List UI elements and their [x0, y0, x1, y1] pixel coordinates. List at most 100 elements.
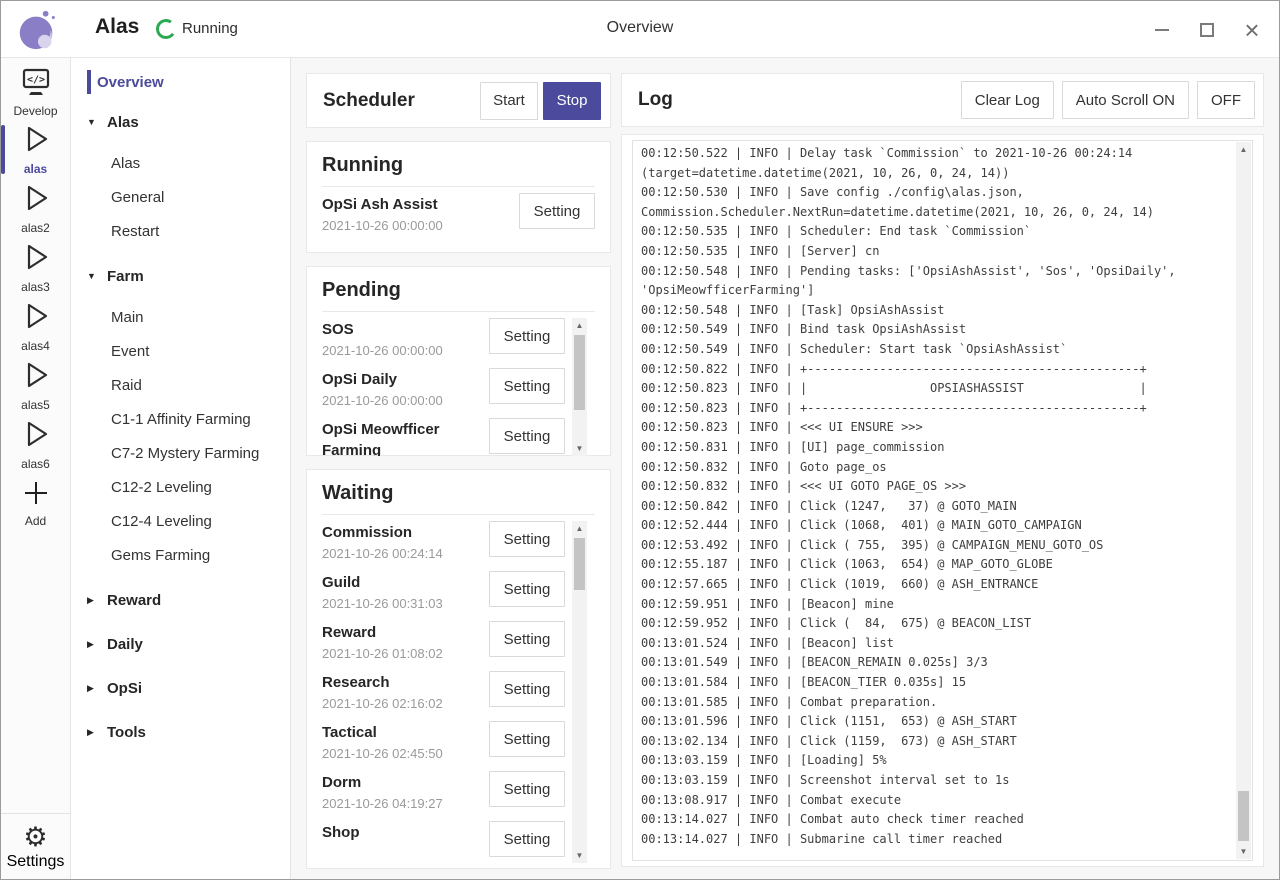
task-info: SOS2021-10-26 00:00:00 [322, 318, 489, 358]
start-button[interactable]: Start [480, 82, 538, 120]
scheduler-title: Scheduler [323, 90, 480, 112]
waiting-task-row: Tactical2021-10-26 02:45:50Setting [322, 721, 595, 771]
scroll-up-icon[interactable]: ▲ [572, 318, 587, 333]
rail-item-label: alas2 [21, 221, 50, 235]
nav-item-label: C12-4 Leveling [111, 513, 212, 530]
rail-item-alas[interactable]: alas [1, 120, 70, 179]
instance-rail: </>Developalas alas2 alas3 alas4 alas5alas6A… [1, 58, 71, 879]
rail-item-alas4[interactable]: alas4 [1, 297, 70, 356]
nav-item-restart[interactable]: Restart [87, 220, 290, 242]
nav-item-label: Farm [107, 268, 144, 285]
rail-item-label: alas4 [21, 339, 50, 353]
auto-scroll-off-button[interactable]: OFF [1197, 81, 1255, 119]
rail-item-alas5[interactable]: alas5 [1, 356, 70, 415]
task-setting-button[interactable]: Setting [519, 193, 595, 229]
clear-log-button[interactable]: Clear Log [961, 81, 1054, 119]
task-next-run-time: 2021-10-26 00:24:14 [322, 546, 489, 561]
waiting-scrollbar[interactable]: ▲ ▼ [572, 521, 587, 863]
scrollbar-thumb[interactable] [574, 538, 585, 590]
nav-item-label: Alas [107, 114, 139, 131]
task-name: Commission [322, 522, 487, 543]
rail-item-develop[interactable]: </>Develop [1, 64, 70, 120]
scroll-up-icon[interactable]: ▲ [1236, 142, 1251, 157]
pending-task-row: SOS2021-10-26 00:00:00Setting [322, 318, 595, 368]
task-info: Guild2021-10-26 00:31:03 [322, 571, 489, 611]
page-title: Overview [1, 19, 1279, 37]
nav-item-label: C7-2 Mystery Farming [111, 445, 259, 462]
title-bar: Alas Running Overview × [1, 1, 1279, 58]
task-setting-button[interactable]: Setting [489, 621, 565, 657]
waiting-task-row: Research2021-10-26 02:16:02Setting [322, 671, 595, 721]
log-text: 00:12:50.522 | INFO | Delay task `Commis… [641, 144, 1230, 860]
nav-item-c1-1-affinity-farming[interactable]: C1-1 Affinity Farming [87, 408, 290, 430]
pending-scrollbar[interactable]: ▲ ▼ [572, 318, 587, 456]
scroll-down-icon[interactable]: ▼ [572, 848, 587, 863]
close-button[interactable]: × [1243, 21, 1261, 39]
scrollbar-thumb[interactable] [1238, 791, 1249, 841]
nav-item-daily[interactable]: ▶Daily [87, 633, 290, 655]
nav-item-gems-farming[interactable]: Gems Farming [87, 544, 290, 566]
scroll-down-icon[interactable]: ▼ [572, 441, 587, 456]
nav-item-c12-4-leveling[interactable]: C12-4 Leveling [87, 510, 290, 532]
settings-button[interactable]: ⚙ Settings [1, 813, 70, 879]
minimize-button[interactable] [1153, 21, 1171, 39]
task-next-run-time: 2021-10-26 04:19:27 [322, 796, 489, 811]
task-next-run-time: 2021-10-26 02:45:50 [322, 746, 489, 761]
stop-button[interactable]: Stop [543, 82, 601, 120]
nav-item-c12-2-leveling[interactable]: C12-2 Leveling [87, 476, 290, 498]
nav-item-alas[interactable]: Alas [87, 152, 290, 174]
task-setting-button[interactable]: Setting [489, 571, 565, 607]
settings-label: Settings [7, 853, 65, 871]
nav-item-raid[interactable]: Raid [87, 374, 290, 396]
task-setting-button[interactable]: Setting [489, 318, 565, 354]
running-title: Running [322, 154, 595, 187]
waiting-task-row: Reward2021-10-26 01:08:02Setting [322, 621, 595, 671]
maximize-button[interactable] [1198, 21, 1216, 39]
nav-item-alas[interactable]: ▼Alas [87, 111, 290, 133]
log-panel: 00:12:50.522 | INFO | Delay task `Commis… [621, 134, 1264, 867]
task-setting-button[interactable]: Setting [489, 368, 565, 404]
task-name: Shop [322, 822, 487, 843]
rail-item-add[interactable]: Add [1, 474, 70, 533]
auto-scroll-on-button[interactable]: Auto Scroll ON [1062, 81, 1189, 119]
task-next-run-time: 2021-10-26 00:00:00 [322, 393, 489, 408]
log-title: Log [638, 89, 961, 111]
nav-item-main[interactable]: Main [87, 306, 290, 328]
nav-item-label: Main [111, 309, 144, 326]
log-scrollbar[interactable]: ▲ ▼ [1236, 142, 1251, 859]
task-info: Reward2021-10-26 01:08:02 [322, 621, 489, 661]
nav-item-label: Event [111, 343, 149, 360]
task-name: OpSi Meowfficer Farming [322, 419, 487, 456]
nav-item-overview[interactable]: Overview [87, 70, 290, 94]
task-name: Reward [322, 622, 487, 643]
task-setting-button[interactable]: Setting [489, 418, 565, 454]
close-icon: × [1244, 23, 1259, 37]
scroll-down-icon[interactable]: ▼ [1236, 844, 1251, 859]
task-setting-button[interactable]: Setting [489, 771, 565, 807]
caret-right-icon: ▶ [87, 727, 98, 738]
running-task-row: OpSi Ash Assist2021-10-26 00:00:00Settin… [322, 193, 595, 243]
task-setting-button[interactable]: Setting [489, 721, 565, 757]
task-setting-button[interactable]: Setting [489, 521, 565, 557]
pending-task-row: OpSi Daily2021-10-26 00:00:00Setting [322, 368, 595, 418]
scheduler-panel: Scheduler Start Stop [306, 73, 611, 128]
rail-item-alas6[interactable]: alas6 [1, 415, 70, 474]
task-setting-button[interactable]: Setting [489, 821, 565, 857]
nav-item-event[interactable]: Event [87, 340, 290, 362]
nav-item-c7-2-mystery-farming[interactable]: C7-2 Mystery Farming [87, 442, 290, 464]
rail-item-alas3[interactable]: alas3 [1, 238, 70, 297]
nav-item-tools[interactable]: ▶Tools [87, 721, 290, 743]
rail-item-alas2[interactable]: alas2 [1, 179, 70, 238]
scrollbar-thumb[interactable] [574, 335, 585, 410]
nav-item-general[interactable]: General [87, 186, 290, 208]
nav-item-reward[interactable]: ▶Reward [87, 589, 290, 611]
scroll-up-icon[interactable]: ▲ [572, 521, 587, 536]
nav-item-farm[interactable]: ▼Farm [87, 265, 290, 287]
waiting-task-row: Dorm2021-10-26 04:19:27Setting [322, 771, 595, 821]
caret-right-icon: ▶ [87, 639, 98, 650]
nav-item-opsi[interactable]: ▶OpSi [87, 677, 290, 699]
nav-item-label: C12-2 Leveling [111, 479, 212, 496]
waiting-task-row: Guild2021-10-26 00:31:03Setting [322, 571, 595, 621]
task-setting-button[interactable]: Setting [489, 671, 565, 707]
task-info: OpSi Ash Assist2021-10-26 00:00:00 [322, 193, 519, 233]
